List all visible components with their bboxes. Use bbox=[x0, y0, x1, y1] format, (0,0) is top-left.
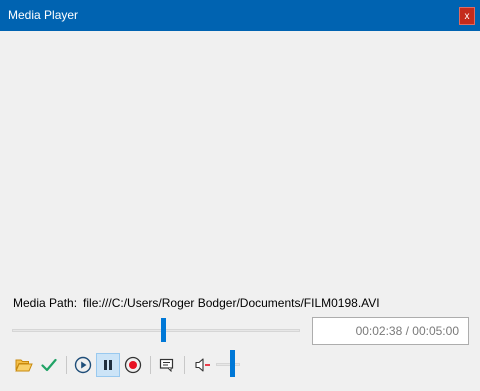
media-path-row: Media Path: file:///C:/Users/Roger Bodger… bbox=[13, 296, 380, 310]
volume-slider-thumb[interactable] bbox=[230, 350, 236, 377]
confirm-button[interactable] bbox=[37, 353, 61, 377]
close-button[interactable]: x bbox=[459, 7, 475, 25]
play-button[interactable] bbox=[71, 353, 95, 377]
media-path-label: Media Path: bbox=[13, 296, 78, 310]
mute-button[interactable] bbox=[191, 353, 215, 377]
checkmark-icon bbox=[41, 358, 57, 372]
title-bar[interactable]: Media Player x bbox=[0, 0, 480, 31]
seek-slider-track[interactable] bbox=[12, 329, 300, 332]
window-title: Media Player bbox=[8, 8, 79, 22]
playback-toolbar bbox=[0, 348, 480, 382]
stop-button[interactable] bbox=[121, 353, 145, 377]
seek-slider-thumb[interactable] bbox=[161, 318, 167, 342]
open-file-button[interactable] bbox=[12, 353, 36, 377]
folder-open-icon bbox=[15, 359, 33, 372]
media-path-value: file:///C:/Users/Roger Bodger/Documents/… bbox=[83, 296, 380, 310]
play-icon bbox=[74, 356, 92, 374]
subtitles-button[interactable] bbox=[155, 353, 179, 377]
toolbar-separator bbox=[184, 356, 185, 374]
subtitles-icon bbox=[159, 358, 174, 372]
volume-slider-track[interactable] bbox=[216, 363, 240, 366]
volume-icon bbox=[195, 358, 210, 372]
pause-icon bbox=[104, 360, 112, 370]
time-display: 00:02:38 / 00:05:00 bbox=[312, 317, 469, 345]
media-player-window: Media Player x Media Path: file:///C:/Use… bbox=[0, 0, 480, 391]
pause-button[interactable] bbox=[96, 353, 120, 377]
video-display-area[interactable] bbox=[0, 31, 480, 289]
stop-icon bbox=[124, 356, 142, 374]
toolbar-separator bbox=[66, 356, 67, 374]
toolbar-separator bbox=[150, 356, 151, 374]
